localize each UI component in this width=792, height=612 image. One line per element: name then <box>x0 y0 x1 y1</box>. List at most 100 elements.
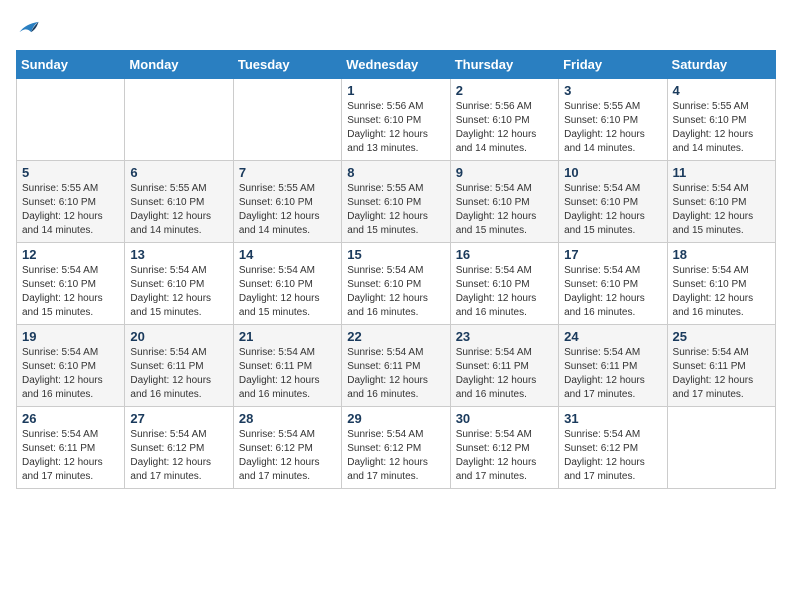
day-number: 17 <box>564 247 661 262</box>
day-info: Sunrise: 5:54 AM Sunset: 6:11 PM Dayligh… <box>564 346 661 402</box>
calendar-cell: 25 Sunrise: 5:54 AM Sunset: 6:11 PM Dayli… <box>667 325 775 407</box>
calendar-table: SundayMondayTuesdayWednesdayThursdayFrid… <box>16 50 776 489</box>
weekday-header-thursday: Thursday <box>450 51 558 79</box>
day-number: 28 <box>239 411 336 426</box>
calendar-cell: 6 Sunrise: 5:55 AM Sunset: 6:10 PM Daylig… <box>125 161 233 243</box>
day-number: 25 <box>673 329 770 344</box>
day-number: 18 <box>673 247 770 262</box>
page-header <box>16 16 776 38</box>
day-info: Sunrise: 5:55 AM Sunset: 6:10 PM Dayligh… <box>347 182 444 238</box>
weekday-header-monday: Monday <box>125 51 233 79</box>
day-number: 30 <box>456 411 553 426</box>
calendar-cell <box>125 79 233 161</box>
day-info: Sunrise: 5:54 AM Sunset: 6:10 PM Dayligh… <box>564 182 661 238</box>
day-info: Sunrise: 5:54 AM Sunset: 6:10 PM Dayligh… <box>673 264 770 320</box>
day-number: 1 <box>347 83 444 98</box>
day-number: 8 <box>347 165 444 180</box>
calendar-cell: 16 Sunrise: 5:54 AM Sunset: 6:10 PM Dayli… <box>450 243 558 325</box>
logo <box>16 16 40 38</box>
day-info: Sunrise: 5:54 AM Sunset: 6:12 PM Dayligh… <box>456 428 553 484</box>
day-info: Sunrise: 5:54 AM Sunset: 6:11 PM Dayligh… <box>347 346 444 402</box>
calendar-cell: 3 Sunrise: 5:55 AM Sunset: 6:10 PM Daylig… <box>559 79 667 161</box>
calendar-cell: 17 Sunrise: 5:54 AM Sunset: 6:10 PM Dayli… <box>559 243 667 325</box>
day-number: 31 <box>564 411 661 426</box>
calendar-cell: 27 Sunrise: 5:54 AM Sunset: 6:12 PM Dayli… <box>125 407 233 489</box>
calendar-cell: 21 Sunrise: 5:54 AM Sunset: 6:11 PM Dayli… <box>233 325 341 407</box>
calendar-week-4: 19 Sunrise: 5:54 AM Sunset: 6:10 PM Dayli… <box>17 325 776 407</box>
calendar-cell: 29Sunrise: 5:54 AM Sunset: 6:12 PM Dayli… <box>342 407 450 489</box>
day-info: Sunrise: 5:54 AM Sunset: 6:11 PM Dayligh… <box>130 346 227 402</box>
day-number: 21 <box>239 329 336 344</box>
day-info: Sunrise: 5:54 AM Sunset: 6:10 PM Dayligh… <box>564 264 661 320</box>
calendar-cell: 20 Sunrise: 5:54 AM Sunset: 6:11 PM Dayli… <box>125 325 233 407</box>
calendar-body: 1 Sunrise: 5:56 AM Sunset: 6:10 PM Daylig… <box>17 79 776 489</box>
day-info: Sunrise: 5:54 AM Sunset: 6:10 PM Dayligh… <box>456 182 553 238</box>
day-info: Sunrise: 5:54 AM Sunset: 6:12 PM Dayligh… <box>239 428 336 484</box>
calendar-cell: 5 Sunrise: 5:55 AM Sunset: 6:10 PM Daylig… <box>17 161 125 243</box>
day-number: 23 <box>456 329 553 344</box>
calendar-cell: 2Sunrise: 5:56 AM Sunset: 6:10 PM Daylig… <box>450 79 558 161</box>
calendar-cell <box>233 79 341 161</box>
day-info: Sunrise: 5:55 AM Sunset: 6:10 PM Dayligh… <box>22 182 119 238</box>
calendar-cell: 28 Sunrise: 5:54 AM Sunset: 6:12 PM Dayli… <box>233 407 341 489</box>
calendar-cell: 14 Sunrise: 5:54 AM Sunset: 6:10 PM Dayli… <box>233 243 341 325</box>
calendar-cell: 26Sunrise: 5:54 AM Sunset: 6:11 PM Dayli… <box>17 407 125 489</box>
day-number: 19 <box>22 329 119 344</box>
day-info: Sunrise: 5:56 AM Sunset: 6:10 PM Dayligh… <box>456 100 553 156</box>
calendar-cell <box>667 407 775 489</box>
day-info: Sunrise: 5:55 AM Sunset: 6:10 PM Dayligh… <box>564 100 661 156</box>
day-info: Sunrise: 5:54 AM Sunset: 6:10 PM Dayligh… <box>347 264 444 320</box>
day-number: 5 <box>22 165 119 180</box>
day-info: Sunrise: 5:54 AM Sunset: 6:10 PM Dayligh… <box>22 264 119 320</box>
day-info: Sunrise: 5:54 AM Sunset: 6:11 PM Dayligh… <box>456 346 553 402</box>
calendar-cell: 19 Sunrise: 5:54 AM Sunset: 6:10 PM Dayli… <box>17 325 125 407</box>
calendar-cell: 30 Sunrise: 5:54 AM Sunset: 6:12 PM Dayli… <box>450 407 558 489</box>
day-number: 16 <box>456 247 553 262</box>
day-info: Sunrise: 5:54 AM Sunset: 6:11 PM Dayligh… <box>239 346 336 402</box>
calendar-week-3: 12 Sunrise: 5:54 AM Sunset: 6:10 PM Dayli… <box>17 243 776 325</box>
calendar-cell: 12 Sunrise: 5:54 AM Sunset: 6:10 PM Dayli… <box>17 243 125 325</box>
day-number: 12 <box>22 247 119 262</box>
weekday-header-tuesday: Tuesday <box>233 51 341 79</box>
calendar-cell: 4Sunrise: 5:55 AM Sunset: 6:10 PM Daylig… <box>667 79 775 161</box>
day-number: 14 <box>239 247 336 262</box>
day-number: 22 <box>347 329 444 344</box>
day-number: 6 <box>130 165 227 180</box>
day-info: Sunrise: 5:54 AM Sunset: 6:10 PM Dayligh… <box>239 264 336 320</box>
day-number: 9 <box>456 165 553 180</box>
day-number: 15 <box>347 247 444 262</box>
calendar-week-1: 1 Sunrise: 5:56 AM Sunset: 6:10 PM Daylig… <box>17 79 776 161</box>
day-number: 24 <box>564 329 661 344</box>
weekday-header-saturday: Saturday <box>667 51 775 79</box>
day-number: 3 <box>564 83 661 98</box>
day-info: Sunrise: 5:56 AM Sunset: 6:10 PM Dayligh… <box>347 100 444 156</box>
calendar-cell: 1 Sunrise: 5:56 AM Sunset: 6:10 PM Daylig… <box>342 79 450 161</box>
day-number: 4 <box>673 83 770 98</box>
day-info: Sunrise: 5:54 AM Sunset: 6:12 PM Dayligh… <box>564 428 661 484</box>
calendar-cell: 24 Sunrise: 5:54 AM Sunset: 6:11 PM Dayli… <box>559 325 667 407</box>
calendar-cell: 9 Sunrise: 5:54 AM Sunset: 6:10 PM Daylig… <box>450 161 558 243</box>
day-number: 10 <box>564 165 661 180</box>
calendar-cell: 11 Sunrise: 5:54 AM Sunset: 6:10 PM Dayli… <box>667 161 775 243</box>
weekday-header-sunday: Sunday <box>17 51 125 79</box>
logo-bird-icon <box>18 16 40 38</box>
day-info: Sunrise: 5:54 AM Sunset: 6:11 PM Dayligh… <box>22 428 119 484</box>
calendar-cell: 23 Sunrise: 5:54 AM Sunset: 6:11 PM Dayli… <box>450 325 558 407</box>
day-info: Sunrise: 5:54 AM Sunset: 6:11 PM Dayligh… <box>673 346 770 402</box>
day-number: 11 <box>673 165 770 180</box>
calendar-cell: 22 Sunrise: 5:54 AM Sunset: 6:11 PM Dayli… <box>342 325 450 407</box>
day-number: 27 <box>130 411 227 426</box>
day-number: 20 <box>130 329 227 344</box>
calendar-cell: 13Sunrise: 5:54 AM Sunset: 6:10 PM Dayli… <box>125 243 233 325</box>
calendar-cell <box>17 79 125 161</box>
calendar-cell: 7Sunrise: 5:55 AM Sunset: 6:10 PM Daylig… <box>233 161 341 243</box>
day-info: Sunrise: 5:54 AM Sunset: 6:12 PM Dayligh… <box>130 428 227 484</box>
calendar-cell: 8 Sunrise: 5:55 AM Sunset: 6:10 PM Daylig… <box>342 161 450 243</box>
day-info: Sunrise: 5:54 AM Sunset: 6:10 PM Dayligh… <box>22 346 119 402</box>
day-info: Sunrise: 5:55 AM Sunset: 6:10 PM Dayligh… <box>130 182 227 238</box>
calendar-cell: 15 Sunrise: 5:54 AM Sunset: 6:10 PM Dayli… <box>342 243 450 325</box>
calendar-cell: 31 Sunrise: 5:54 AM Sunset: 6:12 PM Dayli… <box>559 407 667 489</box>
day-number: 7 <box>239 165 336 180</box>
day-info: Sunrise: 5:54 AM Sunset: 6:10 PM Dayligh… <box>456 264 553 320</box>
day-info: Sunrise: 5:54 AM Sunset: 6:10 PM Dayligh… <box>673 182 770 238</box>
